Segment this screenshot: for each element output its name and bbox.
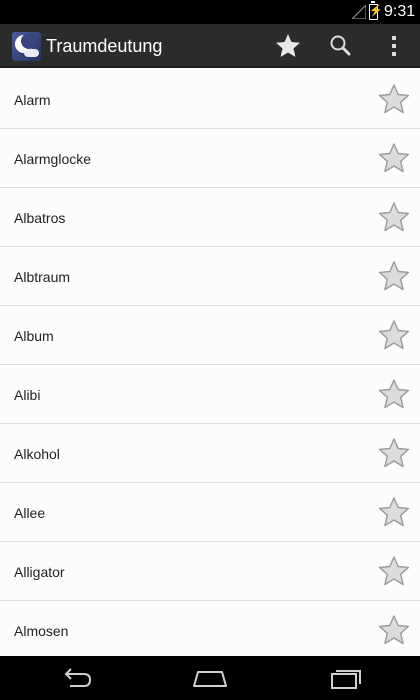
- list-item[interactable]: Albatros: [0, 188, 420, 247]
- star-outline-icon[interactable]: [376, 495, 412, 531]
- list-item-label: Album: [14, 328, 54, 344]
- list-item-label: Albatros: [14, 210, 66, 226]
- star-outline-icon[interactable]: [376, 318, 412, 354]
- star-outline-icon[interactable]: [376, 377, 412, 413]
- star-outline-icon[interactable]: [376, 554, 412, 590]
- back-icon[interactable]: [56, 664, 96, 692]
- list-item[interactable]: Albtraum: [0, 247, 420, 306]
- list-item[interactable]: Alarmglocke: [0, 129, 420, 188]
- battery-charging-icon: ⚡: [369, 1, 383, 20]
- list-item-label: Allee: [14, 505, 46, 521]
- star-outline-icon[interactable]: [376, 436, 412, 472]
- list-item-label: Alarm: [14, 92, 51, 108]
- list-item-label: Alkohol: [14, 446, 60, 462]
- overflow-menu-icon[interactable]: [378, 30, 410, 62]
- list-item[interactable]: Alkohol: [0, 424, 420, 483]
- star-outline-icon[interactable]: [376, 141, 412, 177]
- recents-icon[interactable]: [326, 664, 366, 692]
- dream-term-list[interactable]: Alarm Alarmglocke Albatros Albtraum Albu…: [0, 70, 420, 656]
- moon-cloud-app-icon[interactable]: [12, 32, 41, 61]
- app-title: Traumdeutung: [46, 36, 163, 56]
- list-item-label: Almosen: [14, 623, 69, 639]
- list-item[interactable]: Allee: [0, 483, 420, 542]
- star-outline-icon[interactable]: [376, 200, 412, 236]
- search-icon[interactable]: [324, 30, 356, 62]
- list-item[interactable]: Alarm: [0, 70, 420, 129]
- action-bar: Traumdeutung: [0, 24, 420, 68]
- list-item[interactable]: Album: [0, 306, 420, 365]
- list-item-label: Albtraum: [14, 269, 71, 285]
- list-item[interactable]: Alligator: [0, 542, 420, 601]
- signal-icon: [352, 5, 366, 19]
- list-item[interactable]: Alibi: [0, 365, 420, 424]
- favorites-star-icon[interactable]: [272, 30, 304, 62]
- list-item[interactable]: Almosen: [0, 601, 420, 656]
- star-outline-icon[interactable]: [376, 82, 412, 118]
- navigation-bar: [0, 656, 420, 700]
- star-outline-icon[interactable]: [376, 259, 412, 295]
- star-outline-icon[interactable]: [376, 613, 412, 649]
- status-time: 9:31: [384, 3, 416, 20]
- list-item-label: Alibi: [14, 387, 41, 403]
- status-bar: ⚡ 9:31: [0, 0, 420, 24]
- list-item-label: Alarmglocke: [14, 151, 92, 167]
- list-item-label: Alligator: [14, 564, 65, 580]
- home-icon[interactable]: [190, 664, 230, 692]
